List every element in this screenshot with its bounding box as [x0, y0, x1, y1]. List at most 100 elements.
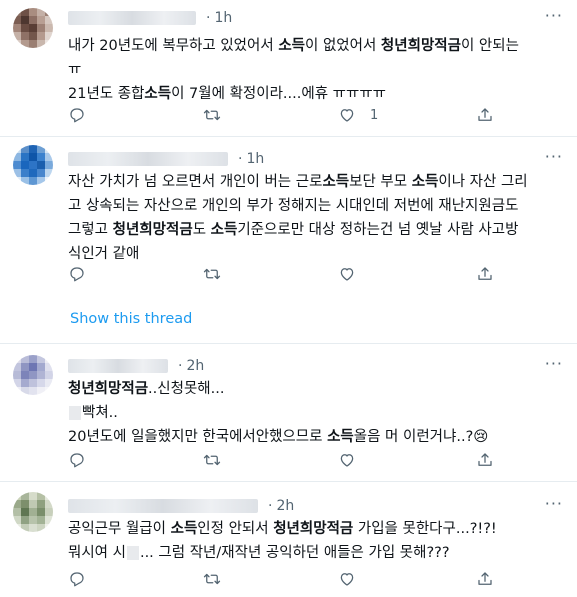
highlighted-keyword: 소득	[278, 38, 305, 54]
tweet-text: 공익근무 월급이 소득인정 안되서 청년희망적금 가입을 못한다구...?!?!…	[68, 517, 564, 565]
tweet-text: 자산 가치가 넘 오르면서 개인이 버는 근로소득보단 부모 소득이나 자산 그…	[68, 170, 564, 266]
highlighted-keyword: 청년희망적금	[273, 521, 354, 537]
more-icon[interactable]: ···	[545, 6, 563, 25]
text-segment: 이 7월에 확정이라....에휴 ㅠㅠㅠㅠ	[171, 86, 387, 102]
like-button[interactable]	[338, 570, 370, 588]
text-segment: 이 없었어서	[305, 38, 381, 54]
reply-icon	[70, 108, 84, 123]
highlighted-keyword: 소득	[144, 86, 172, 102]
tweet-text-line: 21년도 종합소득이 7월에 확정이라....에휴 ㅠㅠㅠㅠ	[68, 82, 564, 106]
reply-button[interactable]	[68, 451, 86, 469]
like-button[interactable]	[338, 451, 370, 469]
tweet-text-line: 빡쳐..	[68, 401, 564, 425]
tweet[interactable]: · 1h ··· 내가 20년도에 복무하고 있었어서 소득이 없었어서 청년희…	[0, 0, 577, 136]
separator-dot: ·	[178, 358, 183, 374]
separator-dot: ·	[238, 151, 243, 167]
highlighted-keyword: 소득	[210, 222, 238, 238]
tweet[interactable]: · 2h ··· 공익근무 월급이 소득인정 안되서 청년희망적금 가입을 못한…	[0, 482, 577, 597]
share-button[interactable]	[476, 106, 494, 124]
tweet-text-line: 자산 가치가 넘 오르면서 개인이 버는 근로소득보단 부모 소득이나 자산 그…	[68, 170, 564, 194]
avatar[interactable]	[13, 145, 53, 185]
avatar[interactable]	[13, 492, 53, 532]
highlighted-keyword: 소득	[411, 174, 439, 190]
reply-button[interactable]	[68, 106, 86, 124]
heart-icon	[340, 268, 354, 281]
tweet[interactable]: · 2h ··· 청년희망적금..신청못해... 빡쳐.. 20년도에 일을했지만 …	[0, 344, 577, 481]
timestamp[interactable]: 1h	[246, 151, 264, 167]
highlighted-keyword: 소득	[327, 429, 354, 445]
show-thread-link[interactable]: Show this thread	[70, 311, 192, 327]
retweet-icon	[203, 573, 221, 585]
like-button[interactable]: 1	[338, 106, 378, 124]
reply-icon	[70, 453, 84, 468]
tweet-text-line: 고 상속되는 자산으로 개인의 부가 정해지는 시대인데 저번에 재난지원금도	[68, 194, 564, 218]
tweet-header: · 1h	[68, 149, 264, 169]
retweet-icon	[203, 268, 221, 280]
heart-icon	[340, 573, 354, 586]
highlighted-keyword: 소득	[170, 521, 198, 537]
timestamp[interactable]: 1h	[214, 10, 232, 26]
text-segment: 20년도에 일을했지만 한국에서안했으므로	[68, 429, 328, 445]
text-segment: ... 그럼 작년/재작년 공익하던 애들은 가입 못해???	[139, 545, 450, 561]
timestamp[interactable]: 2h	[186, 358, 204, 374]
text-segment: 올음 머 이런거냐..?😢	[353, 429, 489, 445]
text-segment: 고 상속되는 자산으로 개인의 부가 정해지는 시대인데 저번에 재난지원금도	[68, 198, 519, 214]
retweet-button[interactable]	[203, 451, 221, 469]
share-button[interactable]	[476, 451, 494, 469]
reply-button[interactable]	[68, 265, 86, 283]
text-segment: 공익근무 월급이	[68, 521, 171, 537]
tweet-text-line: 20년도에 일을했지만 한국에서안했으므로 소득올음 머 이런거냐..?😢	[68, 425, 564, 449]
timestamp[interactable]: 2h	[276, 498, 294, 514]
separator-dot: ·	[206, 10, 211, 26]
reply-button[interactable]	[68, 570, 86, 588]
tweet-text-line: ㅠ	[68, 58, 564, 82]
author-name[interactable]	[68, 152, 228, 166]
tweet-text-line: 그렇고 청년희망적금도 소득기준으로만 대상 정하는건 넘 옛날 사람 사고방	[68, 218, 564, 242]
tweet-text-line: 식인거 같애	[68, 242, 564, 266]
heart-icon	[340, 109, 354, 122]
text-segment: 그렇고	[68, 222, 113, 238]
more-icon[interactable]: ···	[545, 494, 563, 513]
more-icon[interactable]: ···	[545, 147, 563, 166]
tweet-header: · 1h	[68, 8, 232, 28]
share-button[interactable]	[476, 570, 494, 588]
retweet-icon	[203, 109, 221, 121]
author-name[interactable]	[68, 359, 168, 373]
share-icon	[478, 267, 492, 280]
like-button[interactable]	[338, 265, 370, 283]
redacted-mask	[69, 406, 81, 420]
retweet-button[interactable]	[203, 106, 221, 124]
author-name[interactable]	[68, 499, 258, 513]
separator-dot: ·	[268, 498, 273, 514]
tweet-header: · 2h	[68, 496, 294, 516]
like-count: 1	[370, 107, 379, 123]
text-segment: 자산 가치가 넘 오르면서 개인이 버는 근로	[68, 174, 323, 190]
share-icon	[478, 453, 492, 466]
tweet-header: · 2h	[68, 356, 204, 376]
text-segment: ㅠ	[68, 62, 82, 78]
avatar[interactable]	[13, 8, 53, 48]
author-name[interactable]	[68, 11, 196, 25]
tweet-actions	[68, 265, 538, 287]
avatar[interactable]	[13, 355, 53, 395]
tweet-text-line: 내가 20년도에 복무하고 있었어서 소득이 없었어서 청년희망적금이 안되는	[68, 34, 564, 58]
text-segment: 식인거 같애	[68, 246, 140, 262]
retweet-button[interactable]	[203, 570, 221, 588]
highlighted-keyword: 청년희망적금	[380, 38, 461, 54]
tweet-text: 내가 20년도에 복무하고 있었어서 소득이 없었어서 청년희망적금이 안되는 ㅠ…	[68, 34, 564, 106]
highlighted-keyword: 소득	[322, 174, 350, 190]
text-segment: 내가 20년도에 복무하고 있었어서	[68, 38, 279, 54]
tweet-actions	[68, 451, 538, 473]
retweet-button[interactable]	[203, 265, 221, 283]
text-segment: 가입을 못한다구...?!?!	[353, 521, 497, 537]
heart-icon	[340, 454, 354, 467]
reply-icon	[70, 572, 84, 587]
text-segment: 뭐시여 시	[68, 545, 126, 561]
text-segment: 기준으로만 대상 정하는건 넘 옛날 사람 사고방	[237, 222, 519, 238]
text-segment: 보단 부모	[349, 174, 412, 190]
tweet-actions: 1	[68, 106, 538, 128]
tweet[interactable]: · 1h ··· 자산 가치가 넘 오르면서 개인이 버는 근로소득보단 부모 …	[0, 137, 577, 343]
reply-icon	[70, 267, 84, 282]
more-icon[interactable]: ···	[545, 354, 563, 373]
share-button[interactable]	[476, 265, 494, 283]
